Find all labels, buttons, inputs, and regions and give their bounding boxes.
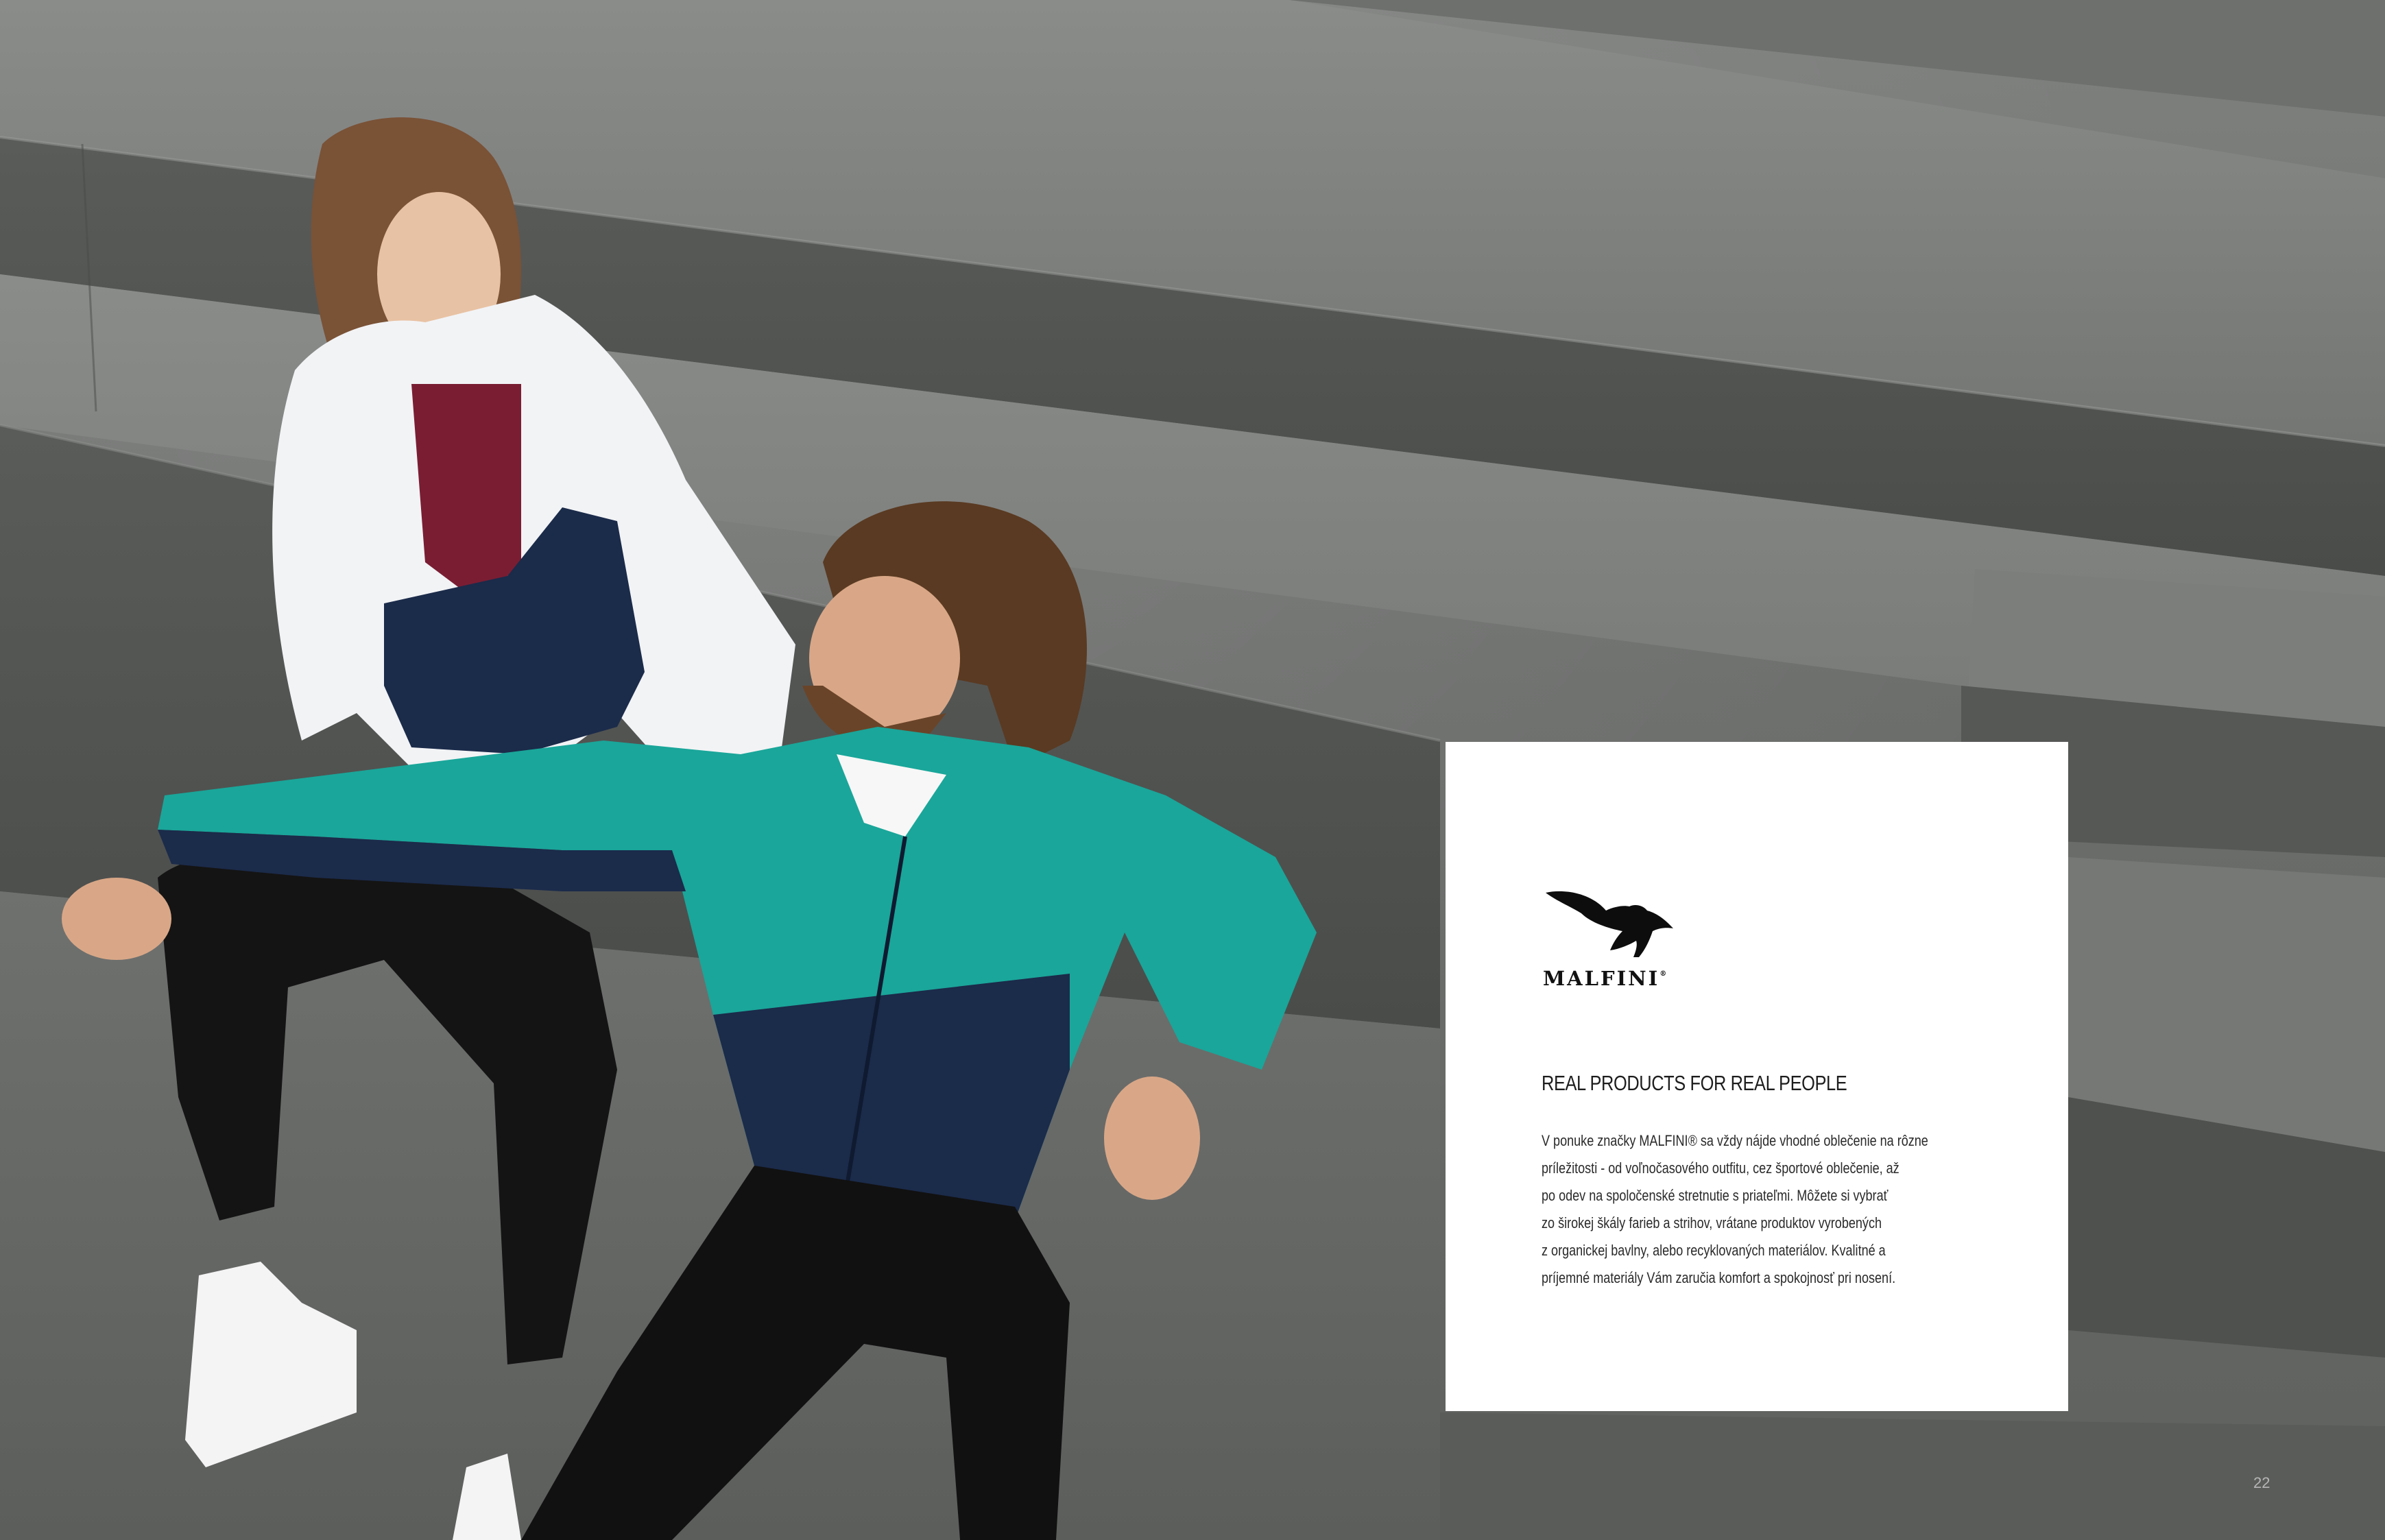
body-line: z organickej bavlny, alebo recyklovaných…	[1542, 1242, 1886, 1259]
headline: REAL PRODUCTS FOR REAL PEOPLE	[1542, 1071, 1847, 1095]
info-card: MALFINI® REAL PRODUCTS FOR REAL PEOPLE V…	[1446, 742, 2068, 1411]
brand-logo: MALFINI®	[1543, 886, 1680, 996]
body-line: príležitosti - od voľnočasového outfitu,…	[1542, 1159, 1899, 1177]
body-line: príjemné materiály Vám zaručia komfort a…	[1542, 1269, 1896, 1286]
catalog-page: MALFINI® REAL PRODUCTS FOR REAL PEOPLE V…	[0, 0, 2385, 1540]
page-number: 22	[2253, 1474, 2270, 1491]
brand-wordmark: MALFINI®	[1543, 967, 1667, 990]
body-line: V ponuke značky MALFINI® sa vždy nájde v…	[1542, 1132, 1928, 1149]
body-line: po odev na spoločenské stretnutie s pria…	[1542, 1187, 1889, 1204]
eagle-logo-icon	[1546, 891, 1673, 957]
body-line: zo širokej škály farieb a strihov, vráta…	[1542, 1214, 1882, 1231]
body-paragraph: V ponuke značky MALFINI® sa vždy nájde v…	[1542, 1127, 1991, 1292]
